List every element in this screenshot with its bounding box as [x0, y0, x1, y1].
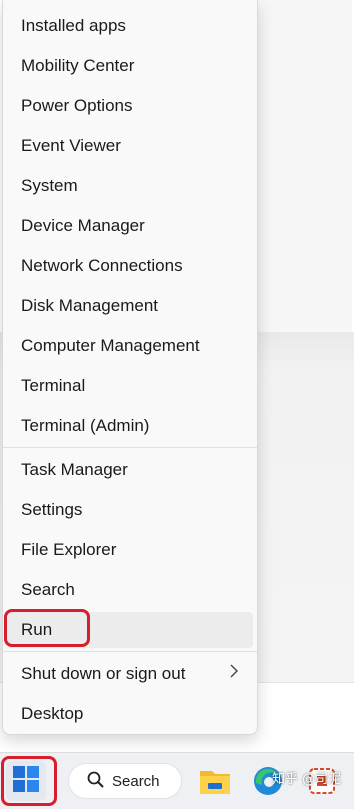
- menu-item-label: System: [21, 176, 78, 195]
- menu-item-label: Power Options: [21, 96, 133, 115]
- menu-item-settings[interactable]: Settings: [7, 492, 253, 528]
- menu-item-power-options[interactable]: Power Options: [7, 88, 253, 124]
- menu-item-disk-management[interactable]: Disk Management: [7, 288, 253, 324]
- start-highlight-box: [1, 756, 57, 806]
- menu-item-label: Terminal (Admin): [21, 416, 150, 435]
- menu-item-search[interactable]: Search: [7, 572, 253, 608]
- run-highlight-box: [4, 609, 90, 647]
- menu-item-label: Task Manager: [21, 460, 128, 479]
- menu-item-label: Settings: [21, 500, 83, 519]
- menu-item-file-explorer[interactable]: File Explorer: [7, 532, 253, 568]
- menu-item-label: Mobility Center: [21, 56, 135, 75]
- menu-item-terminal-admin[interactable]: Terminal (Admin): [7, 408, 253, 444]
- menu-item-desktop[interactable]: Desktop: [7, 696, 253, 732]
- taskbar-search-button[interactable]: Search: [68, 763, 182, 799]
- menu-item-network-connections[interactable]: Network Connections: [7, 248, 253, 284]
- menu-item-mobility-center[interactable]: Mobility Center: [7, 48, 253, 84]
- menu-item-label: Device Manager: [21, 216, 145, 235]
- file-explorer-icon[interactable]: [198, 765, 232, 797]
- menu-item-label: Computer Management: [21, 336, 200, 355]
- chevron-right-icon: [229, 664, 239, 683]
- menu-item-device-manager[interactable]: Device Manager: [7, 208, 253, 244]
- watermark: 知乎 @司泥: [272, 772, 342, 787]
- search-icon: [87, 771, 104, 792]
- menu-item-label: Terminal: [21, 376, 86, 395]
- menu-item-installed-apps[interactable]: Installed apps: [7, 8, 253, 44]
- menu-item-computer-management[interactable]: Computer Management: [7, 328, 253, 364]
- menu-separator: [3, 651, 257, 652]
- menu-item-label: Network Connections: [21, 256, 183, 275]
- menu-item-label: Shut down or sign out: [21, 664, 186, 683]
- menu-item-label: Desktop: [21, 704, 84, 723]
- menu-item-label: Event Viewer: [21, 136, 121, 155]
- menu-item-shut-down-or-sign-out[interactable]: Shut down or sign out: [7, 656, 253, 692]
- menu-separator: [3, 447, 257, 448]
- search-label: Search: [112, 772, 160, 790]
- menu-item-task-manager[interactable]: Task Manager: [7, 452, 253, 488]
- menu-item-event-viewer[interactable]: Event Viewer: [7, 128, 253, 164]
- menu-item-label: Installed apps: [21, 16, 126, 35]
- menu-item-label: Search: [21, 580, 75, 599]
- menu-item-system[interactable]: System: [7, 168, 253, 204]
- background-panel: [252, 0, 352, 333]
- menu-item-label: File Explorer: [21, 540, 117, 559]
- menu-item-label: Disk Management: [21, 296, 159, 315]
- menu-item-terminal[interactable]: Terminal: [7, 368, 253, 404]
